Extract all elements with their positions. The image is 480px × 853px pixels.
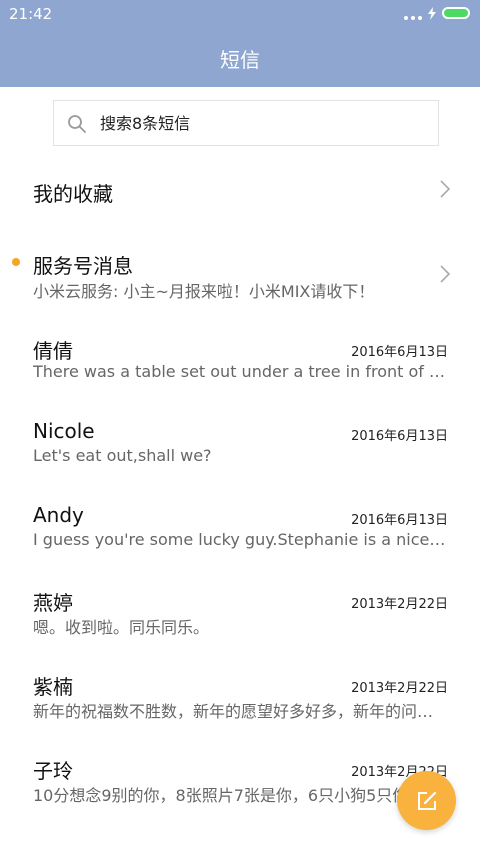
- signal-dots-icon: [404, 6, 422, 20]
- compose-button[interactable]: [397, 771, 456, 830]
- contact-name: 倩倩: [33, 339, 73, 363]
- app-header: 21:42 短信: [0, 0, 480, 87]
- search-icon: [68, 115, 86, 133]
- message-preview: I guess you're some lucky guy.Stephanie …: [33, 530, 449, 549]
- message-date: 2016年6月13日: [351, 513, 448, 528]
- contact-name: Andy: [33, 503, 84, 527]
- conversation-item[interactable]: 燕婷 2013年2月22日 嗯。收到啦。同乐同乐。: [0, 577, 480, 647]
- service-title: 服务号消息: [33, 254, 133, 278]
- message-preview: There was a table set out under a tree i…: [33, 362, 449, 381]
- message-date: 2016年6月13日: [351, 429, 448, 444]
- contact-name: 燕婷: [33, 591, 73, 615]
- message-date: 2013年2月22日: [351, 597, 448, 612]
- favorites-label: 我的收藏: [33, 182, 113, 206]
- search-input[interactable]: [100, 111, 420, 135]
- favorites-item[interactable]: 我的收藏: [0, 160, 480, 222]
- status-bar: 21:42: [0, 0, 480, 28]
- message-preview: 10分想念9别的你，8张照片7张是你，6只小狗5只像你: [33, 786, 425, 805]
- message-date: 2016年6月13日: [351, 345, 448, 360]
- status-time: 21:42: [9, 5, 53, 23]
- service-messages-item[interactable]: 服务号消息 小米云服务: 小主~月报来啦！小米MIX请收下！: [0, 240, 480, 310]
- charging-icon: [428, 6, 436, 20]
- conversation-item[interactable]: Nicole 2016年6月13日 Let's eat out,shall we…: [0, 409, 480, 479]
- conversation-item[interactable]: 紫楠 2013年2月22日 新年的祝福数不胜数，新年的愿望好多好多，新年的问候送…: [0, 661, 480, 731]
- search-bar[interactable]: [53, 100, 439, 146]
- conversation-item[interactable]: Andy 2016年6月13日 I guess you're some luck…: [0, 493, 480, 563]
- message-preview: 嗯。收到啦。同乐同乐。: [33, 618, 210, 637]
- unread-dot: [12, 258, 20, 266]
- message-date: 2013年2月22日: [351, 681, 448, 696]
- compose-icon: [417, 791, 436, 810]
- message-preview: 新年的祝福数不胜数，新年的愿望好多好多，新年的问候送给你: [33, 702, 449, 721]
- battery-icon: [442, 7, 470, 19]
- status-icons: [404, 6, 470, 20]
- conversation-item[interactable]: 倩倩 2016年6月13日 There was a table set out …: [0, 325, 480, 395]
- contact-name: Nicole: [33, 419, 95, 443]
- contact-name: 子玲: [33, 759, 73, 783]
- chevron-right-icon: [440, 180, 450, 198]
- message-preview: Let's eat out,shall we?: [33, 446, 212, 465]
- service-preview: 小米云服务: 小主~月报来啦！小米MIX请收下！: [33, 282, 375, 301]
- contact-name: 紫楠: [33, 675, 73, 699]
- page-title: 短信: [220, 48, 260, 72]
- chevron-right-icon: [440, 265, 450, 283]
